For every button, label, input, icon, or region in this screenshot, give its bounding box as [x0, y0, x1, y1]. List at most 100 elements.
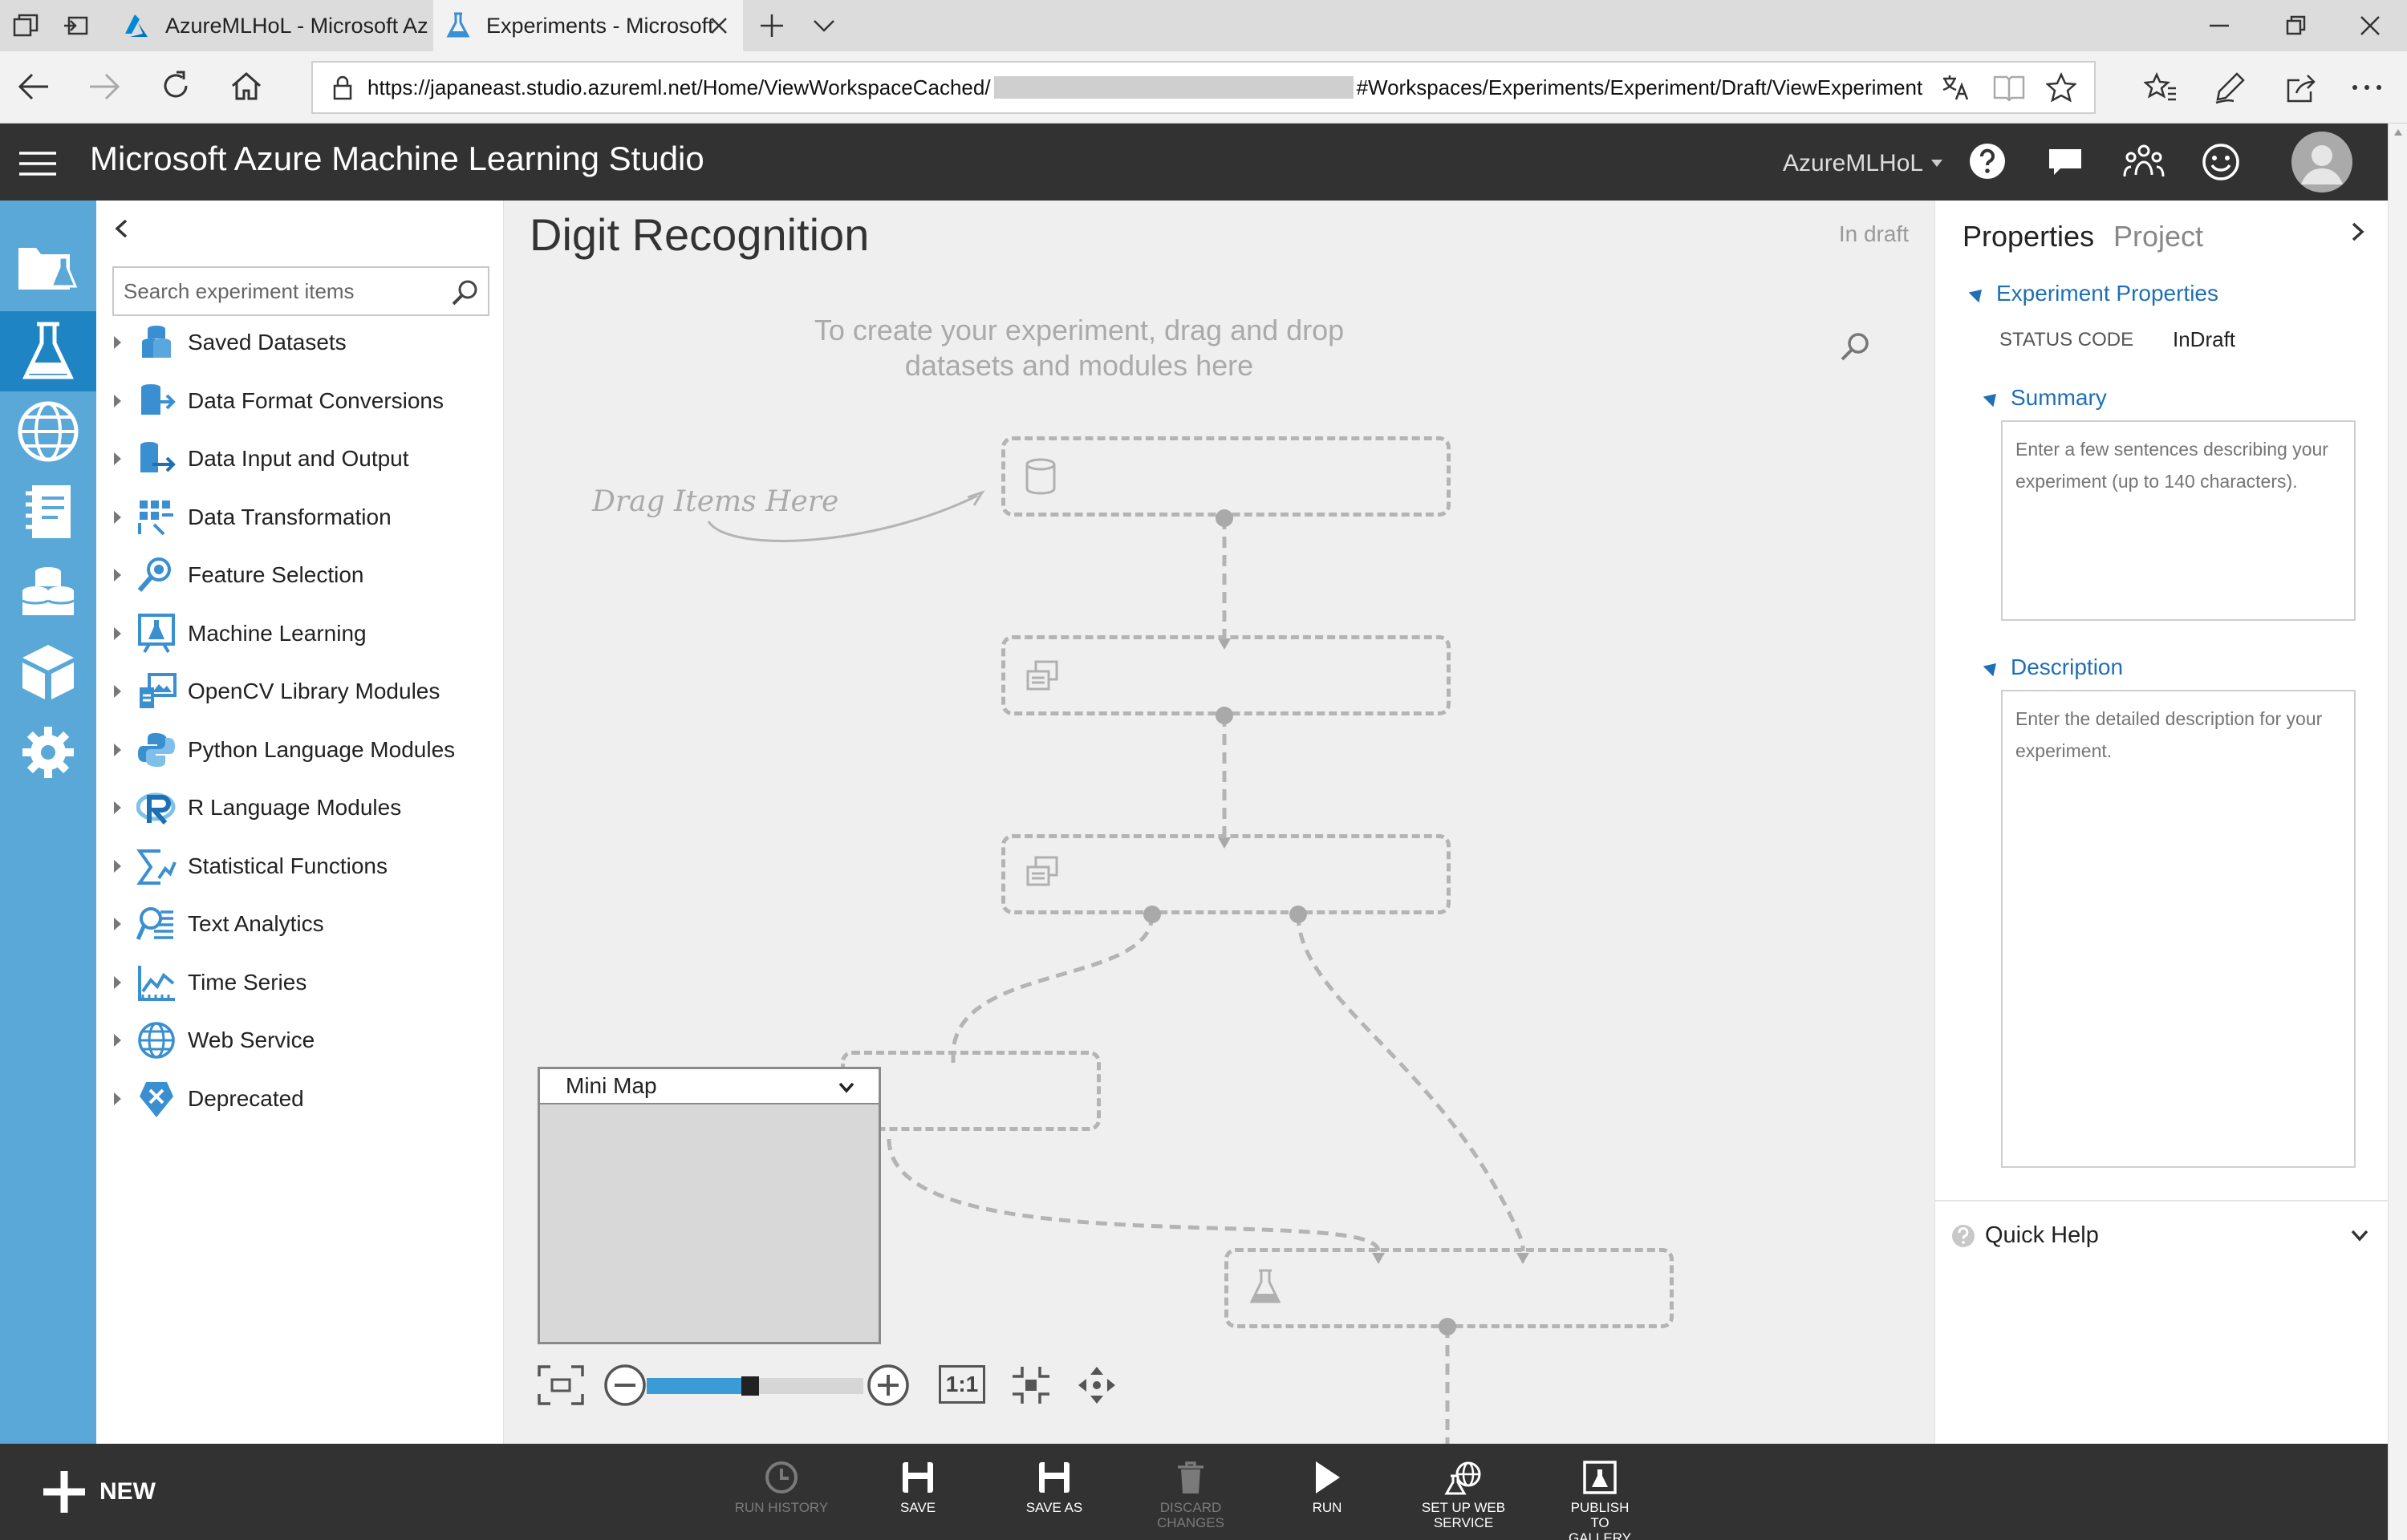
palette-item[interactable]: Text Analytics	[96, 895, 502, 953]
zoom-to-fit-icon[interactable]	[1011, 1365, 1051, 1405]
palette-item[interactable]: Data Transformation	[96, 488, 502, 546]
expand-arrow-icon[interactable]	[114, 394, 121, 407]
expand-arrow-icon[interactable]	[114, 336, 121, 349]
nav-datasets[interactable]	[0, 552, 96, 632]
palette-item[interactable]: Time Series	[96, 954, 502, 1011]
chevron-down-icon[interactable]	[2351, 1230, 2368, 1242]
palette-item[interactable]: Deprecated	[96, 1070, 502, 1128]
expand-arrow-icon[interactable]	[114, 918, 121, 930]
minimize-window-icon[interactable]	[2208, 16, 2230, 35]
mini-map-header[interactable]: Mini Map	[540, 1069, 879, 1104]
output-port[interactable]	[1143, 906, 1161, 923]
save-as-button[interactable]: SAVE AS	[994, 1460, 1114, 1515]
palette-item[interactable]: Python Language Modules	[96, 721, 502, 779]
experiment-canvas[interactable]: Digit Recognition In draft To create you…	[504, 201, 1934, 1444]
summary-header[interactable]: Summary	[1983, 385, 2107, 411]
module-placeholder[interactable]	[1001, 635, 1451, 715]
url-field[interactable]: https://japaneast.studio.azureml.net/Hom…	[311, 61, 2096, 114]
workspace-selector[interactable]: AzureMLHoL	[1783, 148, 1943, 180]
discard-changes-button[interactable]: DISCARD CHANGES	[1130, 1460, 1251, 1530]
expand-arrow-icon[interactable]	[114, 685, 121, 698]
palette-item[interactable]: Saved Datasets	[96, 314, 502, 371]
set-up-web-service-button[interactable]: SET UP WEB SERVICE	[1403, 1460, 1524, 1530]
reading-view-icon[interactable]	[1993, 74, 2025, 101]
pan-icon[interactable]	[1075, 1364, 1118, 1407]
palette-item[interactable]: OpenCV Library Modules	[96, 663, 502, 720]
output-port[interactable]	[1216, 707, 1233, 724]
expand-arrow-icon[interactable]	[114, 975, 121, 989]
feedback-chat-icon[interactable]	[2046, 146, 2084, 178]
palette-search-box[interactable]	[112, 266, 489, 316]
expand-arrow-icon[interactable]	[114, 569, 121, 582]
smiley-feedback-icon[interactable]	[2202, 143, 2240, 181]
browser-tab-experiments[interactable]: Experiments - Microsoft	[433, 0, 743, 51]
palette-item[interactable]: Data Input and Output	[96, 430, 502, 488]
community-icon[interactable]	[2123, 143, 2165, 180]
search-icon[interactable]	[451, 278, 480, 307]
new-button[interactable]: NEW	[42, 1469, 156, 1514]
palette-item[interactable]: Feature Selection	[96, 546, 502, 604]
favorites-hub-icon[interactable]	[2144, 72, 2178, 103]
hamburger-menu-icon[interactable]	[19, 151, 56, 176]
nav-web-services[interactable]	[0, 391, 96, 472]
palette-item[interactable]: Statistical Functions	[96, 837, 502, 895]
output-port[interactable]	[1216, 509, 1233, 527]
summary-field[interactable]	[2001, 420, 2356, 621]
output-port[interactable]	[1439, 1318, 1456, 1335]
page-scrollbar[interactable]	[2388, 124, 2407, 1540]
module-placeholder[interactable]	[1001, 834, 1451, 914]
palette-item[interactable]: Data Format Conversions	[96, 372, 502, 430]
expand-arrow-icon[interactable]	[114, 1034, 121, 1047]
back-arrow-icon[interactable]	[16, 71, 51, 103]
chevron-down-icon[interactable]	[838, 1082, 854, 1093]
zoom-out-icon[interactable]	[603, 1364, 647, 1407]
pen-notes-icon[interactable]	[2213, 71, 2247, 104]
expand-arrow-icon[interactable]	[114, 743, 121, 756]
description-field[interactable]	[2001, 690, 2356, 1168]
expand-arrow-icon[interactable]	[114, 510, 121, 524]
close-window-icon[interactable]	[2359, 14, 2381, 37]
zoom-slider[interactable]	[647, 1376, 863, 1396]
collapse-properties-icon[interactable]	[2351, 221, 2365, 242]
collapse-palette-icon[interactable]	[114, 218, 128, 239]
restore-window-icon[interactable]	[2285, 14, 2308, 37]
expand-arrow-icon[interactable]	[114, 801, 121, 814]
expand-arrow-icon[interactable]	[114, 1092, 121, 1105]
actual-size-button[interactable]: 1:1	[939, 1365, 985, 1404]
nav-projects[interactable]	[0, 226, 96, 306]
run-history-button[interactable]: RUN HISTORY	[721, 1460, 842, 1515]
favorite-star-icon[interactable]	[2046, 72, 2076, 103]
nav-experiments[interactable]	[0, 311, 96, 391]
set-aside-tabs-icon[interactable]	[61, 11, 90, 40]
zoom-in-icon[interactable]	[867, 1364, 910, 1407]
browser-tab-azuremlhol[interactable]: AzureMLHoL - Microsoft Az	[104, 0, 433, 51]
zoom-slider-thumb[interactable]	[741, 1376, 759, 1396]
palette-item[interactable]: Web Service	[96, 1011, 502, 1069]
model-placeholder[interactable]	[1224, 1248, 1674, 1328]
new-tab-icon[interactable]	[759, 13, 785, 38]
fit-to-screen-icon[interactable]	[538, 1365, 584, 1405]
dataset-placeholder[interactable]	[1001, 436, 1451, 517]
nav-trained-models[interactable]	[0, 632, 96, 712]
description-header[interactable]: Description	[1983, 654, 2123, 680]
tab-project[interactable]: Project	[2113, 220, 2203, 253]
forward-arrow-icon[interactable]	[87, 71, 122, 103]
nav-notebooks[interactable]	[0, 472, 96, 552]
translate-icon[interactable]	[1940, 72, 1971, 103]
refresh-icon[interactable]	[159, 69, 193, 103]
expand-arrow-icon[interactable]	[114, 626, 121, 640]
tab-preview-chevron-icon[interactable]	[812, 16, 836, 35]
palette-item[interactable]: R Language Modules	[96, 779, 502, 837]
tab-manager-icon[interactable]	[11, 11, 40, 40]
home-icon[interactable]	[229, 69, 263, 103]
run-button[interactable]: RUN	[1267, 1460, 1387, 1515]
mini-map[interactable]: Mini Map	[538, 1067, 881, 1344]
help-icon[interactable]	[1969, 143, 2006, 180]
more-menu-icon[interactable]	[2351, 83, 2383, 91]
search-input[interactable]	[114, 278, 435, 304]
experiment-properties-header[interactable]: Experiment Properties	[1968, 281, 2218, 306]
output-port[interactable]	[1289, 906, 1307, 923]
tab-properties[interactable]: Properties	[1963, 220, 2094, 253]
expand-arrow-icon[interactable]	[114, 452, 121, 465]
palette-item[interactable]: Machine Learning	[96, 605, 502, 663]
